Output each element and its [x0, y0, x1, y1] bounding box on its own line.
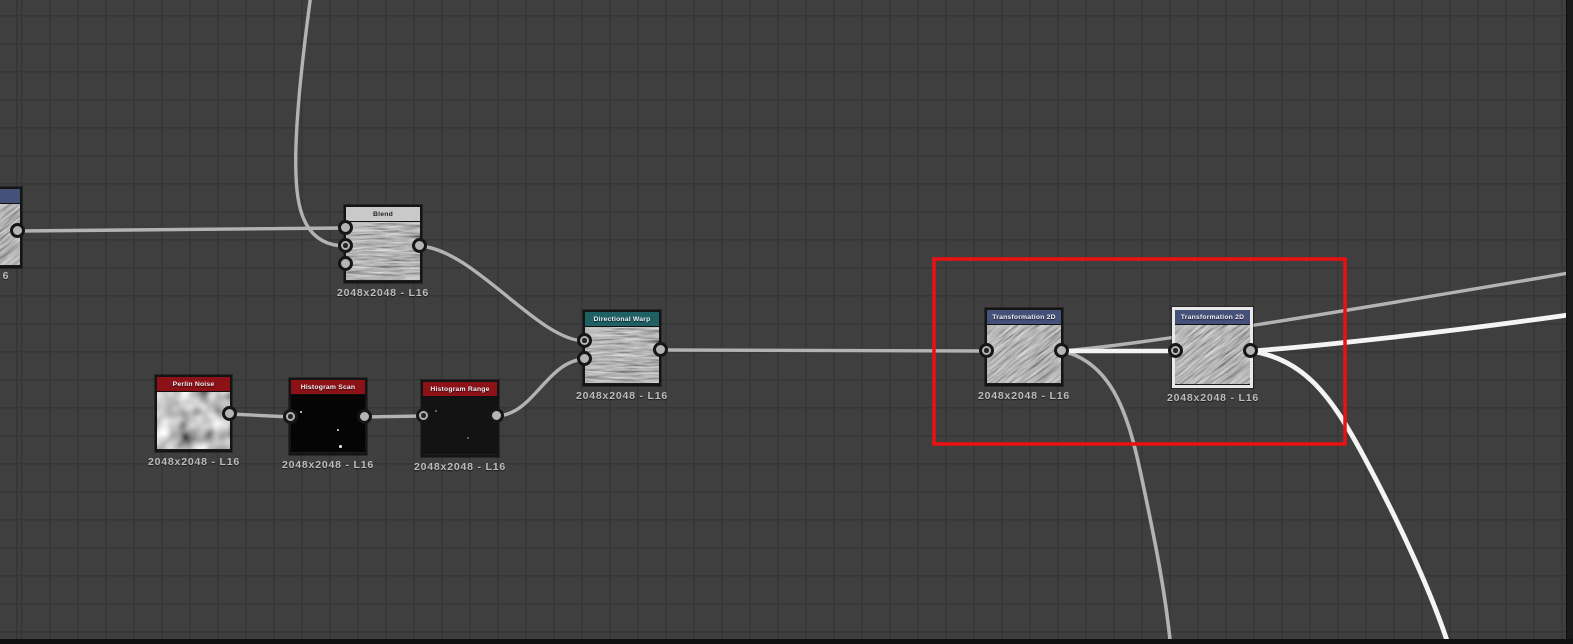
port-output-transformation-2d-1[interactable] — [1054, 343, 1069, 358]
port-input-histogram-scan[interactable] — [283, 409, 298, 424]
node-thumbnail — [987, 325, 1061, 383]
node-resolution-label: 6 — [2, 270, 10, 282]
node-resolution-label: 2048x2048 - L16 — [282, 459, 374, 471]
node-resolution-label: 2048x2048 - L16 — [337, 287, 429, 299]
node-resolution-label: 2048x2048 - L16 — [414, 461, 506, 473]
port-output-partial-left[interactable] — [10, 223, 25, 238]
node-thumbnail — [346, 222, 420, 280]
node-resolution-label: 2048x2048 - L16 — [1167, 392, 1259, 404]
node-transformation-2d-2[interactable]: Transformation 2D — [1172, 307, 1253, 388]
wire-histogram-range-to-directional-warp[interactable] — [495, 357, 587, 418]
node-blend[interactable]: Blend — [344, 205, 422, 283]
node-transformation-2d-1[interactable]: Transformation 2D — [985, 308, 1063, 386]
wire-directional-warp-to-transformation1[interactable] — [659, 348, 989, 353]
port-input-directional-warp-1[interactable] — [577, 333, 592, 348]
node-title: Transformation 2D — [1180, 313, 1245, 321]
node-title: Histogram Scan — [300, 383, 356, 391]
canvas-right-edge — [1566, 0, 1573, 644]
node-title: Transformation 2D — [992, 313, 1056, 321]
node-thumbnail — [291, 395, 365, 452]
node-histogram-range[interactable]: Histogram Range — [421, 380, 499, 457]
wire-histogram-scan-to-histogram-range[interactable] — [362, 414, 426, 419]
port-input-histogram-range[interactable] — [416, 408, 431, 423]
node-histogram-scan[interactable]: Histogram Scan — [289, 378, 367, 455]
canvas-bottom-edge — [0, 639, 1573, 644]
node-thumbnail — [585, 327, 659, 383]
wire-leftnode-to-blend[interactable] — [16, 226, 348, 233]
node-title: Perlin Noise — [172, 380, 215, 388]
node-perlin-noise[interactable]: Perlin Noise — [155, 375, 232, 452]
wire-transformation1-to-right-edge[interactable] — [1060, 270, 1573, 353]
port-output-blend[interactable] — [412, 238, 427, 253]
node-thumbnail — [1175, 325, 1250, 384]
port-output-directional-warp[interactable] — [653, 342, 668, 357]
port-output-transformation-2d-2[interactable] — [1243, 343, 1258, 358]
port-input-blend-2[interactable] — [338, 238, 353, 253]
port-input-directional-warp-2[interactable] — [577, 351, 592, 366]
port-input-transformation-2d-2[interactable] — [1168, 343, 1183, 358]
port-output-histogram-scan[interactable] — [357, 409, 372, 424]
port-input-blend-3[interactable] — [338, 256, 353, 271]
port-output-perlin-noise[interactable] — [222, 406, 237, 421]
node-resolution-label: 2048x2048 - L16 — [148, 456, 240, 468]
node-title: Histogram Range — [430, 385, 490, 393]
node-resolution-label: 2048x2048 - L16 — [576, 390, 668, 402]
node-graph-canvas[interactable]: 6 Blend 2048x2048 - L16 Directional Warp… — [0, 0, 1573, 644]
node-thumbnail — [423, 397, 497, 454]
port-input-transformation-2d-1[interactable] — [979, 343, 994, 358]
port-output-histogram-range[interactable] — [489, 408, 504, 423]
wire-top-to-blend[interactable] — [294, 0, 348, 248]
wire-transformation2-to-right-edge[interactable] — [1248, 311, 1573, 354]
node-thumbnail — [157, 392, 230, 449]
wire-perlin-to-histogram-scan[interactable] — [228, 412, 293, 419]
node-title: Directional Warp — [593, 315, 651, 323]
port-input-blend-1[interactable] — [338, 220, 353, 235]
node-title: Blend — [373, 210, 393, 218]
node-resolution-label: 2048x2048 - L16 — [978, 390, 1070, 402]
node-directional-warp[interactable]: Directional Warp — [583, 310, 661, 386]
